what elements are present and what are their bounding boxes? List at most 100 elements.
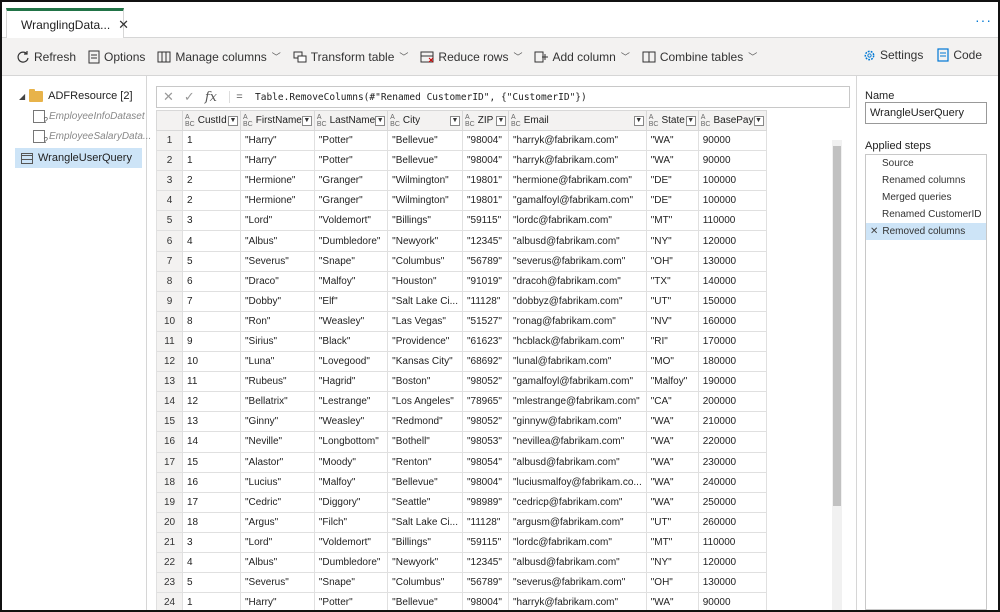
column-dropdown-icon[interactable]: ▼: [753, 115, 764, 126]
table-cell[interactable]: 210000: [697, 411, 767, 433]
applied-step-item[interactable]: ✕ Removed columns: [866, 223, 986, 240]
table-cell[interactable]: "Bellevue": [387, 150, 463, 172]
column-header-email[interactable]: A BC Email ▼: [507, 110, 647, 131]
table-cell[interactable]: 100000: [697, 170, 767, 192]
column-header-custid[interactable]: A BC CustId ▼: [182, 110, 241, 131]
refresh-button[interactable]: Refresh: [16, 50, 76, 64]
expand-triangle-icon[interactable]: ◢: [19, 92, 25, 101]
table-cell[interactable]: "Potter": [313, 129, 389, 152]
column-header-city[interactable]: A BC City ▼: [387, 110, 463, 131]
table-cell[interactable]: "12345": [461, 551, 509, 574]
column-header-lastname[interactable]: A BC LastName ▼: [313, 110, 389, 131]
table-cell[interactable]: "Diggory": [313, 491, 389, 513]
table-cell[interactable]: "ronag@fabrikam.com": [507, 310, 647, 332]
table-cell[interactable]: 3: [182, 210, 241, 232]
table-cell[interactable]: 1: [182, 150, 241, 172]
table-cell[interactable]: "Dumbledore": [313, 551, 389, 574]
table-cell[interactable]: "dobbyz@fabrikam.com": [507, 290, 647, 312]
table-cell[interactable]: 7: [182, 290, 241, 312]
table-cell[interactable]: "dracoh@fabrikam.com": [507, 270, 647, 292]
applied-step-item[interactable]: Merged queries: [866, 189, 986, 206]
column-dropdown-icon[interactable]: ▼: [633, 115, 644, 126]
table-cell[interactable]: "OH": [645, 572, 699, 594]
table-cell[interactable]: "Luna": [240, 351, 315, 373]
table-cell[interactable]: "Los Angeles": [387, 391, 463, 413]
table-cell[interactable]: "lunal@fabrikam.com": [507, 351, 647, 373]
table-cell[interactable]: "Moody": [313, 451, 389, 473]
table-cell[interactable]: "91019": [461, 270, 509, 292]
query-name-input[interactable]: WrangleUserQuery: [865, 102, 987, 124]
table-cell[interactable]: "nevillea@fabrikam.com": [507, 431, 647, 453]
scrollbar-thumb[interactable]: [833, 146, 841, 506]
applied-step-item[interactable]: Source: [866, 155, 986, 172]
table-cell[interactable]: 12: [182, 391, 241, 413]
table-cell[interactable]: "WA": [645, 431, 699, 453]
table-cell[interactable]: "TX": [645, 270, 699, 292]
table-cell[interactable]: "Elf": [313, 290, 389, 312]
table-cell[interactable]: "Longbottom": [313, 431, 389, 453]
table-cell[interactable]: "Newyork": [387, 551, 463, 574]
table-cell[interactable]: "hcblack@fabrikam.com": [507, 330, 647, 353]
table-cell[interactable]: "98053": [461, 431, 509, 453]
table-cell[interactable]: 250000: [697, 491, 767, 513]
table-cell[interactable]: 5: [182, 572, 241, 594]
table-cell[interactable]: "Albus": [240, 551, 315, 574]
table-cell[interactable]: 2: [182, 170, 241, 192]
table-cell[interactable]: "Weasley": [313, 411, 389, 433]
tree-item-employee-salary[interactable]: EmployeeSalaryData...: [33, 130, 151, 145]
table-cell[interactable]: 180000: [697, 351, 767, 373]
code-button[interactable]: Code: [937, 48, 982, 62]
table-cell[interactable]: "98004": [461, 150, 509, 172]
table-cell[interactable]: "Malfoy": [645, 371, 699, 393]
table-cell[interactable]: "Snape": [313, 250, 389, 272]
table-cell[interactable]: "albusd@fabrikam.com": [507, 230, 647, 252]
table-cell[interactable]: "Granger": [313, 190, 389, 212]
table-cell[interactable]: "Severus": [240, 250, 315, 272]
table-cell[interactable]: "WA": [645, 129, 699, 152]
table-cell[interactable]: "Severus": [240, 572, 315, 594]
table-cell[interactable]: "98052": [461, 411, 509, 433]
table-cell[interactable]: "Argus": [240, 511, 315, 533]
table-cell[interactable]: 1: [182, 129, 241, 152]
table-cell[interactable]: "19801": [461, 190, 509, 212]
table-cell[interactable]: "DE": [645, 170, 699, 192]
table-cell[interactable]: "Houston": [387, 270, 463, 292]
table-cell[interactable]: 90000: [697, 592, 767, 610]
table-cell[interactable]: "Redmond": [387, 411, 463, 433]
table-cell[interactable]: 13: [182, 411, 241, 433]
table-cell[interactable]: "Harry": [240, 129, 315, 152]
transform-table-button[interactable]: Transform table ﹀: [293, 50, 408, 64]
table-cell[interactable]: 3: [182, 531, 241, 553]
table-cell[interactable]: "WA": [645, 451, 699, 473]
table-cell[interactable]: "Seattle": [387, 491, 463, 513]
table-cell[interactable]: 8: [182, 310, 241, 332]
table-cell[interactable]: 10: [182, 351, 241, 373]
table-cell[interactable]: "Weasley": [313, 310, 389, 332]
table-cell[interactable]: "MT": [645, 210, 699, 232]
table-cell[interactable]: "luciusmalfoy@fabrikam.co...: [507, 471, 647, 493]
options-button[interactable]: Options: [88, 50, 145, 64]
table-cell[interactable]: "Ron": [240, 310, 315, 332]
column-dropdown-icon[interactable]: ▼: [449, 115, 460, 126]
column-dropdown-icon[interactable]: ▼: [375, 115, 386, 126]
table-cell[interactable]: "argusm@fabrikam.com": [507, 511, 647, 533]
table-cell[interactable]: "Cedric": [240, 491, 315, 513]
table-cell[interactable]: 4: [182, 230, 241, 252]
table-cell[interactable]: "51527": [461, 310, 509, 332]
table-cell[interactable]: "lordc@fabrikam.com": [507, 531, 647, 553]
more-options-icon[interactable]: ···: [975, 12, 992, 28]
table-cell[interactable]: "lordc@fabrikam.com": [507, 210, 647, 232]
tree-item-wrangle-user-query[interactable]: WrangleUserQuery: [15, 148, 142, 168]
table-cell[interactable]: "Alastor": [240, 451, 315, 473]
table-cell[interactable]: "78965": [461, 391, 509, 413]
column-header-state[interactable]: A BC State ▼: [645, 110, 699, 131]
table-cell[interactable]: "Voldemort": [313, 210, 389, 232]
table-cell[interactable]: 120000: [697, 551, 767, 574]
table-cell[interactable]: "Lestrange": [313, 391, 389, 413]
table-cell[interactable]: 17: [182, 491, 241, 513]
table-cell[interactable]: "Bellevue": [387, 592, 463, 610]
table-cell[interactable]: 18: [182, 511, 241, 533]
table-cell[interactable]: "Salt Lake Ci...: [387, 290, 463, 312]
table-cell[interactable]: "Billings": [387, 531, 463, 553]
combine-tables-button[interactable]: Combine tables ﹀: [642, 50, 757, 64]
